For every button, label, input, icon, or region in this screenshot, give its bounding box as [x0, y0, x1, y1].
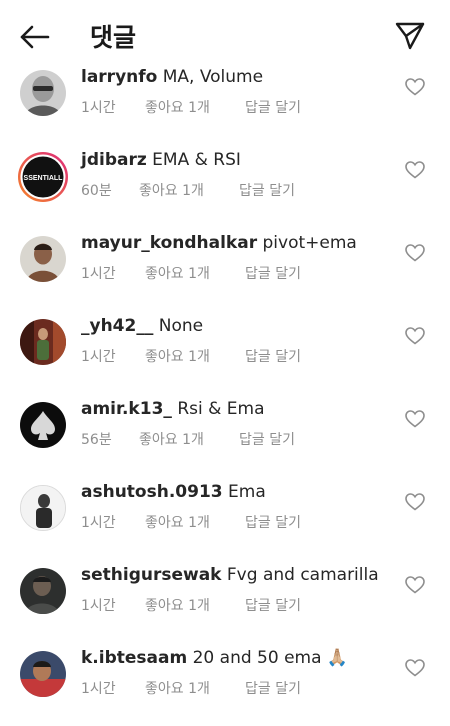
comment-username[interactable]: sethigursewak — [81, 565, 222, 585]
comment-username[interactable]: larrynfo — [81, 67, 157, 87]
comment-likes[interactable]: 좋아요 1개 — [145, 595, 210, 615]
avatar[interactable] — [20, 568, 66, 614]
page-title: 댓글 — [90, 23, 137, 52]
reply-button[interactable]: 답글 달기 — [239, 180, 295, 200]
comment-time: 1시간 — [81, 349, 116, 365]
reply-button[interactable]: 답글 달기 — [239, 429, 295, 449]
comment-likes[interactable]: 좋아요 1개 — [145, 678, 210, 698]
reply-button[interactable]: 답글 달기 — [245, 346, 301, 366]
comment-body: 20 and 50 ema 🙏🏼 — [192, 648, 349, 668]
comment-username[interactable]: amir.k13_ — [81, 399, 172, 419]
comment-username[interactable]: _yh42__ — [81, 316, 153, 336]
comment-time: 56분 — [81, 432, 112, 448]
comment-item: mayur_kondhalkar pivot+ema 1시간 좋아요 1개 답글… — [0, 228, 450, 311]
avatar[interactable] — [20, 70, 66, 116]
comment-item: sethigursewak Fvg and camarilla 1시간 좋아요 … — [0, 560, 450, 643]
heart-icon[interactable] — [405, 161, 425, 179]
comment-likes[interactable]: 좋아요 1개 — [145, 512, 210, 532]
comment-text-line: k.ibtesaam 20 and 50 ema 🙏🏼 — [81, 648, 348, 668]
comment-body: Ema — [228, 482, 266, 502]
comment-body: Fvg and camarilla — [226, 565, 379, 585]
heart-icon[interactable] — [405, 493, 425, 511]
heart-icon[interactable] — [405, 410, 425, 428]
comment-text-line: amir.k13_ Rsi & Ema — [81, 399, 265, 419]
reply-button[interactable]: 답글 달기 — [245, 97, 301, 117]
comment-item: SSENTIALL jdibarz EMA & RSI 60분 좋아요 1개 답… — [0, 145, 450, 228]
back-arrow-icon[interactable] — [18, 22, 52, 52]
reply-button[interactable]: 답글 달기 — [245, 263, 301, 283]
direct-send-icon[interactable] — [394, 20, 426, 50]
comment-text-line: _yh42__ None — [81, 316, 203, 336]
comment-username[interactable]: mayur_kondhalkar — [81, 233, 257, 253]
comment-text-line: ashutosh.0913 Ema — [81, 482, 266, 502]
comment-likes[interactable]: 좋아요 1개 — [139, 429, 204, 449]
avatar[interactable] — [20, 402, 66, 448]
heart-icon[interactable] — [405, 244, 425, 262]
comment-body: EMA & RSI — [152, 150, 241, 170]
comment-text-line: larrynfo MA, Volume — [81, 67, 263, 87]
comment-username[interactable]: jdibarz — [81, 150, 147, 170]
comment-text-line: mayur_kondhalkar pivot+ema — [81, 233, 357, 253]
comment-meta: 1시간 좋아요 1개 답글 달기 — [81, 97, 301, 117]
comment-body: Rsi & Ema — [177, 399, 265, 419]
comment-item: larrynfo MA, Volume 1시간 좋아요 1개 답글 달기 — [0, 62, 450, 145]
comment-item: _yh42__ None 1시간 좋아요 1개 답글 달기 — [0, 311, 450, 394]
comment-body: MA, Volume — [162, 67, 264, 87]
comment-username[interactable]: k.ibtesaam — [81, 648, 187, 668]
avatar-logo-text: SSENTIALL — [24, 175, 64, 182]
comment-meta: 1시간 좋아요 1개 답글 달기 — [81, 678, 301, 698]
reply-button[interactable]: 답글 달기 — [245, 595, 301, 615]
heart-icon[interactable] — [405, 659, 425, 677]
avatar[interactable] — [20, 651, 66, 697]
comment-item: ashutosh.0913 Ema 1시간 좋아요 1개 답글 달기 — [0, 477, 450, 560]
comment-meta: 1시간 좋아요 1개 답글 달기 — [81, 346, 301, 366]
comment-time: 60분 — [81, 183, 112, 199]
comment-likes[interactable]: 좋아요 1개 — [145, 263, 210, 283]
avatar[interactable] — [20, 485, 66, 531]
reply-button[interactable]: 답글 달기 — [245, 512, 301, 532]
comment-meta: 1시간 좋아요 1개 답글 달기 — [81, 512, 301, 532]
comment-time: 1시간 — [81, 681, 116, 697]
avatar[interactable]: SSENTIALL — [17, 151, 69, 203]
heart-icon[interactable] — [405, 327, 425, 345]
comment-time: 1시간 — [81, 266, 116, 282]
header-bar: 댓글 — [0, 0, 450, 68]
comment-meta: 1시간 좋아요 1개 답글 달기 — [81, 595, 301, 615]
comment-username[interactable]: ashutosh.0913 — [81, 482, 223, 502]
comment-item: amir.k13_ Rsi & Ema 56분 좋아요 1개 답글 달기 — [0, 394, 450, 477]
comment-time: 1시간 — [81, 515, 116, 531]
avatar[interactable] — [20, 236, 66, 282]
comment-likes[interactable]: 좋아요 1개 — [145, 346, 210, 366]
reply-button[interactable]: 답글 달기 — [245, 678, 301, 698]
heart-icon[interactable] — [405, 576, 425, 594]
comment-likes[interactable]: 좋아요 1개 — [145, 97, 210, 117]
comment-body: None — [158, 316, 204, 336]
comment-text-line: sethigursewak Fvg and camarilla — [81, 565, 379, 585]
comment-time: 1시간 — [81, 598, 116, 614]
comment-body: pivot+ema — [262, 233, 357, 253]
comment-time: 1시간 — [81, 100, 116, 116]
comment-text-line: jdibarz EMA & RSI — [81, 150, 241, 170]
comment-likes[interactable]: 좋아요 1개 — [139, 180, 204, 200]
comment-meta: 1시간 좋아요 1개 답글 달기 — [81, 263, 301, 283]
comment-meta: 60분 좋아요 1개 답글 달기 — [81, 180, 295, 200]
avatar[interactable] — [20, 319, 66, 365]
comment-meta: 56분 좋아요 1개 답글 달기 — [81, 429, 295, 449]
heart-icon[interactable] — [405, 78, 425, 96]
comment-item: k.ibtesaam 20 and 50 ema 🙏🏼 1시간 좋아요 1개 답… — [0, 643, 450, 726]
